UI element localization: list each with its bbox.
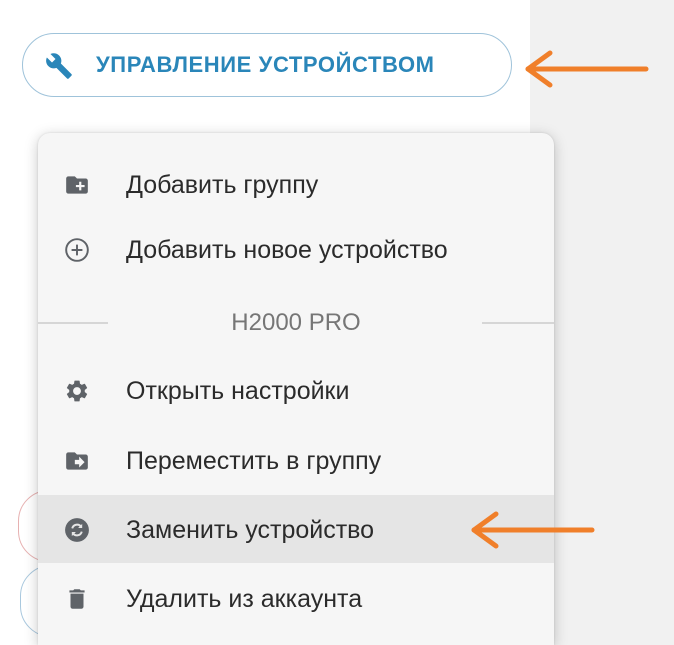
menu-item-label: Переместить в группу (126, 447, 382, 475)
device-section-title: H2000 PRO (231, 309, 361, 336)
plus-circle-icon (65, 238, 89, 262)
menu-item-label: Добавить новое устройство (126, 236, 448, 264)
menu-item-label: Заменить устройство (126, 516, 375, 544)
menu-item-label: Добавить группу (126, 171, 319, 199)
menu-item-label: Удалить из аккаунта (126, 585, 363, 613)
add-folder-icon (66, 176, 88, 194)
divider-right (482, 322, 554, 324)
replace-icon (65, 518, 89, 542)
menu-item-label: Открыть настройки (126, 377, 350, 405)
menu-item-add-group[interactable]: Добавить группу (38, 150, 554, 218)
annotation-arrow-icon (525, 50, 649, 88)
manage-device-button[interactable]: УПРАВЛЕНИЕ УСТРОЙСТВОМ (22, 33, 512, 97)
menu-item-open-settings[interactable]: Открыть настройки (38, 356, 554, 424)
manage-device-label: УПРАВЛЕНИЕ УСТРОЙСТВОМ (96, 52, 435, 77)
annotation-arrow-icon (471, 511, 595, 549)
gear-icon (66, 380, 88, 402)
device-context-menu: Добавить группу Добавить новое устройств… (38, 133, 554, 645)
trash-icon (69, 589, 85, 609)
move-folder-icon (66, 452, 88, 470)
menu-item-move-to-group[interactable]: Переместить в группу (38, 426, 554, 494)
menu-item-add-device[interactable]: Добавить новое устройство (38, 215, 554, 283)
wrench-icon (46, 53, 72, 79)
menu-item-remove-from-account[interactable]: Удалить из аккаунта (38, 564, 554, 632)
